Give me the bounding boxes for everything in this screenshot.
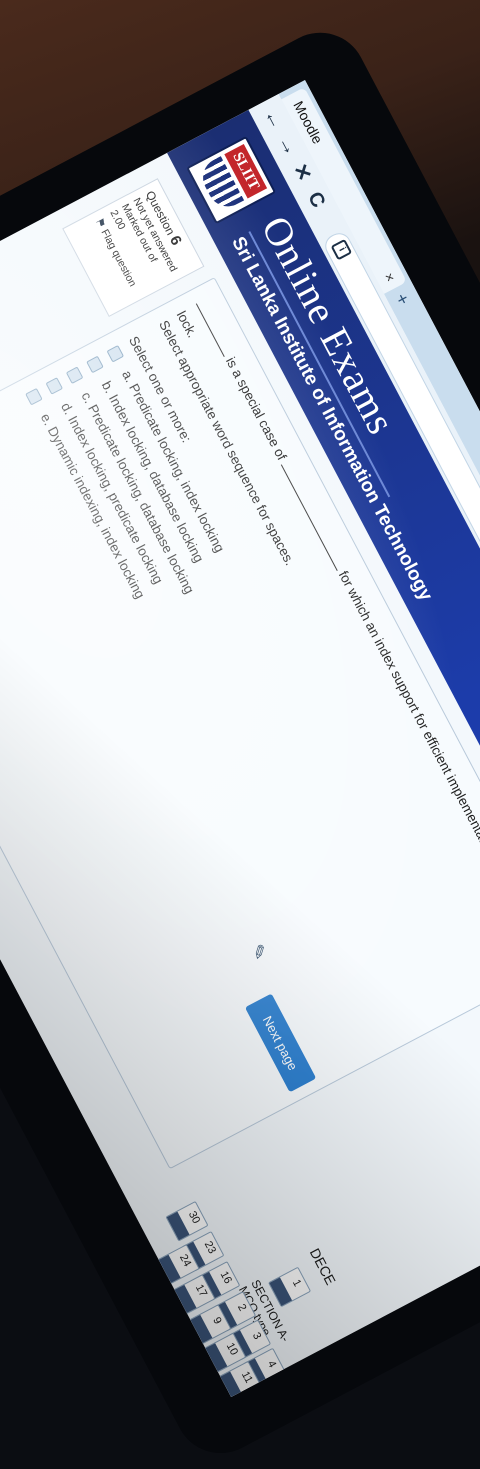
tab-close-icon[interactable]: × [376, 267, 403, 286]
quiz-nav-number[interactable]: 10 [224, 1341, 240, 1357]
quiz-nav-number[interactable]: 2 [235, 1302, 248, 1313]
option-c-checkbox[interactable] [65, 366, 84, 384]
tablet-screen-view: Moodle × + ← → ✕ C i SLIIT Online Exams … [0, 16, 480, 1469]
quiz-nav-number[interactable]: 30 [186, 1209, 202, 1225]
quiz-nav-number[interactable]: 24 [177, 1252, 193, 1268]
forward-icon[interactable]: → [272, 131, 303, 160]
option-a-checkbox[interactable] [106, 344, 125, 363]
sliit-logo: SLIIT [186, 135, 277, 225]
quiz-nav-number[interactable]: 1 [290, 1278, 303, 1289]
reload-icon[interactable]: C [302, 188, 330, 212]
quiz-nav-heading: DECE [306, 1245, 340, 1288]
back-icon[interactable]: ← [258, 105, 289, 134]
quiz-nav-number[interactable]: 17 [193, 1282, 209, 1298]
quiz-nav-number[interactable]: 3 [250, 1331, 263, 1342]
option-d-checkbox[interactable] [45, 377, 64, 395]
quiz-nav-number[interactable]: 9 [210, 1315, 223, 1326]
option-b-checkbox[interactable] [86, 355, 104, 374]
quiz-nav-number[interactable]: 23 [202, 1239, 218, 1255]
new-tab-icon[interactable]: + [389, 289, 415, 310]
quiz-nav-number[interactable]: 4 [265, 1359, 278, 1370]
security-icon[interactable]: i [330, 238, 353, 261]
quiz-nav-item[interactable]: 1 [267, 1266, 312, 1308]
option-e-checkbox[interactable] [25, 387, 43, 406]
question-number: 6 [165, 232, 185, 249]
blank-1 [195, 297, 236, 357]
quiz-nav-number[interactable]: 16 [218, 1269, 234, 1285]
quiz-nav-number[interactable]: 11 [239, 1370, 255, 1386]
stop-icon[interactable]: ✕ [287, 160, 316, 186]
